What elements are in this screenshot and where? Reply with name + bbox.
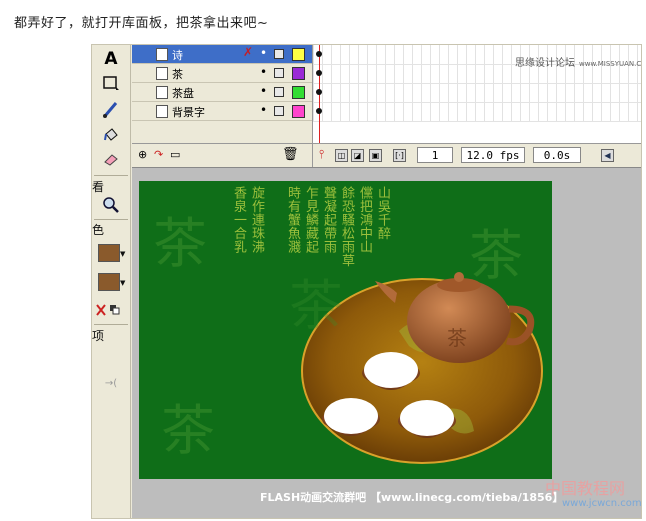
outline-color-box[interactable]: [292, 105, 305, 118]
watermark-text: 思缘设计论坛: [515, 58, 575, 69]
visibility-dot-icon[interactable]: •: [260, 84, 267, 98]
toolbox: A 看 色 ▼ ▼ 项 →(: [92, 45, 131, 518]
view-section-label: 看: [92, 180, 105, 194]
visibility-dot-icon[interactable]: •: [260, 46, 267, 60]
keyframe-marker[interactable]: [316, 70, 322, 76]
poem-column: 聲凝起帶雨: [321, 186, 336, 254]
stage[interactable]: 茶 茶 茶 茶 茶 山吳千醉 儻把鴻中山 餘恐騷松雨草 聲凝起帶雨 乍見鱗藏起 …: [139, 181, 552, 479]
colors-section-label: 色: [92, 223, 105, 237]
insert-layer-icon[interactable]: ⊕: [138, 148, 147, 161]
edit-multiple-frames-icon[interactable]: ▣: [369, 149, 382, 162]
teapot-char: 茶: [447, 326, 467, 350]
elapsed-time-field: 0.0s: [533, 147, 581, 163]
lock-icon[interactable]: [274, 106, 284, 116]
layer-row-shi[interactable]: 诗 ✗ •: [132, 45, 312, 64]
keyframe-marker[interactable]: [316, 51, 322, 57]
layer-row-beijingzi[interactable]: 背景字 •: [132, 102, 312, 121]
insert-folder-icon[interactable]: ▭: [170, 148, 180, 161]
watermark: 思缘设计论坛 www.MISSYUAN.COM: [515, 54, 642, 69]
layer-type-icon: [156, 105, 168, 118]
watermark-url: www.MISSYUAN.COM: [579, 60, 642, 68]
stroke-color-arrow-icon[interactable]: ▼: [120, 250, 125, 258]
snap-option-icon[interactable]: →(: [100, 373, 122, 393]
outline-color-box[interactable]: [292, 67, 305, 80]
layer-type-icon: [156, 48, 168, 61]
background-tea-char: 茶: [161, 399, 215, 462]
onion-outline-icon[interactable]: ◪: [351, 149, 364, 162]
timeline-controls: ⫯ ◫ ◪ ▣ [·] 1 12.0 fps 0.0s ◀: [313, 143, 641, 168]
frame-rate-field: 12.0 fps: [461, 147, 525, 163]
zoom-tool-icon[interactable]: [100, 195, 122, 215]
layer-name: 茶盘: [172, 87, 194, 100]
add-motion-guide-icon[interactable]: ↷: [154, 148, 163, 161]
frame-row-divider: [313, 121, 641, 122]
intro-text: 都弄好了，就打开库面板，把茶拿出来吧~: [14, 16, 269, 31]
background-tea-char: 茶: [153, 212, 207, 275]
layer-row-chapan[interactable]: 茶盘 •: [132, 83, 312, 102]
paint-bucket-icon[interactable]: [100, 125, 122, 145]
keyframe-marker[interactable]: [316, 89, 322, 95]
layer-tools-bar: ⊕ ↷ ▭ 🗑: [132, 143, 312, 168]
frame-row-divider: [313, 83, 641, 84]
timeline-panel: 诗 ✗ • 茶 • 茶盘 • 背景字 • ⊕ ↷ ▭ 🗑 思缘设计论坛 www.…: [132, 45, 642, 168]
cup-tea: [324, 398, 378, 434]
poem-column: 旋作連珠沸: [249, 186, 264, 254]
rectangle-tool-icon[interactable]: [100, 73, 122, 93]
modify-onion-markers-icon[interactable]: [·]: [393, 149, 406, 162]
brush-tool-icon[interactable]: [100, 99, 122, 119]
lock-icon[interactable]: [274, 87, 284, 97]
options-section-label: 项: [92, 329, 105, 343]
background-tea-char: 茶: [469, 224, 523, 287]
visibility-dot-icon[interactable]: •: [260, 65, 267, 79]
poem-column: 山吳千醉: [375, 186, 390, 240]
current-frame-field: 1: [417, 147, 453, 163]
stage-area: 茶 茶 茶 茶 茶 山吳千醉 儻把鴻中山 餘恐騷松雨草 聲凝起帶雨 乍見鱗藏起 …: [132, 167, 642, 518]
site-logo-text: 中国教程网: [545, 479, 626, 498]
toolbox-divider: [94, 324, 128, 325]
layer-name: 背景字: [172, 106, 205, 119]
lock-icon[interactable]: [274, 68, 284, 78]
stroke-color-swatch[interactable]: [98, 244, 120, 262]
outline-color-box[interactable]: [292, 86, 305, 99]
layer-list: 诗 ✗ • 茶 • 茶盘 • 背景字 • ⊕ ↷ ▭ 🗑: [132, 45, 313, 168]
layer-name: 诗: [172, 49, 183, 62]
eraser-tool-icon[interactable]: [100, 149, 122, 169]
scroll-left-icon[interactable]: ◀: [601, 149, 614, 162]
layer-name: 茶: [172, 68, 183, 81]
background-tea-char: 茶: [289, 274, 343, 337]
poem-column: 時有蟹魚濺: [285, 186, 300, 254]
forum-caption: FLASH动画交流群吧 【www.linecg.com/tieba/1856】: [260, 491, 564, 504]
cup-tea: [400, 400, 454, 436]
stage-scrollbar[interactable]: [625, 168, 641, 479]
toolbox-divider: [94, 219, 128, 220]
fill-color-arrow-icon[interactable]: ▼: [120, 279, 125, 287]
outline-color-box[interactable]: [292, 48, 305, 61]
cup-tea: [364, 352, 418, 388]
text-tool-icon[interactable]: A: [100, 49, 122, 69]
onion-skin-icon[interactable]: ◫: [335, 149, 348, 162]
layer-row-cha[interactable]: 茶 •: [132, 64, 312, 83]
poem-column: 餘恐騷松雨草: [339, 186, 354, 267]
toolbox-divider: [94, 175, 128, 176]
fill-color-swatch[interactable]: [98, 273, 120, 291]
delete-layer-icon[interactable]: 🗑: [282, 147, 299, 162]
poem-column: 乍見鱗藏起: [303, 186, 318, 254]
frame-area[interactable]: 思缘设计论坛 www.MISSYUAN.COM: [313, 45, 642, 143]
poem-column: 香泉一合乳: [231, 186, 246, 254]
keyframe-marker[interactable]: [316, 108, 322, 114]
swap-colors-icon[interactable]: [94, 300, 124, 320]
site-url: www.jcwcn.com: [562, 498, 642, 509]
teapot-knob: [454, 272, 464, 282]
layer-type-icon: [156, 86, 168, 99]
poem-column: 儻把鴻中山: [357, 186, 372, 254]
frame-row-divider: [313, 102, 641, 103]
flash-editor-screenshot: A 看 色 ▼ ▼ 项 →(诗 ✗ • 茶 • 茶盘 • 背景字 • ⊕ ↷ …: [91, 44, 642, 519]
lock-icon[interactable]: [274, 49, 284, 59]
pencil-locked-icon: ✗: [243, 45, 254, 59]
layer-type-icon: [156, 67, 168, 80]
center-frame-icon[interactable]: ⫯: [319, 147, 324, 162]
visibility-dot-icon[interactable]: •: [260, 103, 267, 117]
